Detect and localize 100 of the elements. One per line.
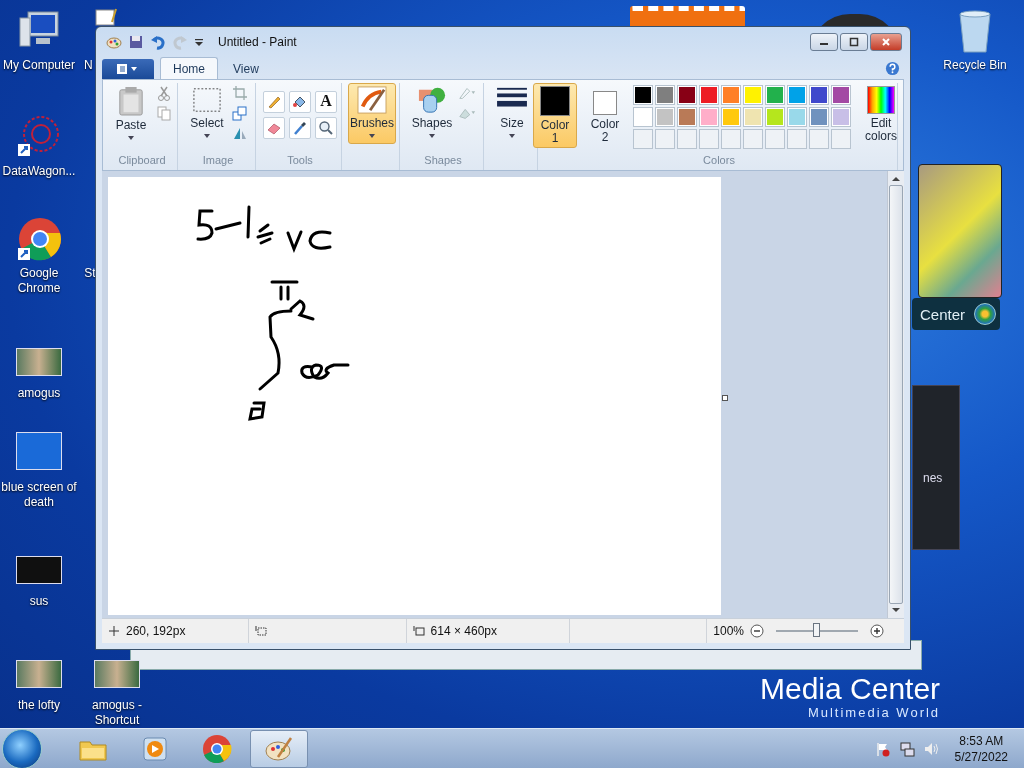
menu-icon	[116, 63, 140, 75]
desktop-icon-label[interactable]: N	[84, 58, 93, 73]
clock-time[interactable]: 8:53 AM	[959, 732, 1004, 749]
ribbon-tab[interactable]: View	[220, 57, 272, 79]
help-icon[interactable]	[885, 61, 900, 76]
zoom-out-icon[interactable]	[750, 624, 764, 638]
desktop-icon-label[interactable]: amogus - Shortcut	[78, 698, 156, 728]
notepad-icon[interactable]	[95, 8, 119, 26]
text-tool[interactable]: A	[315, 91, 337, 113]
empty-swatch[interactable]	[721, 129, 741, 149]
minimize-button[interactable]	[810, 33, 838, 51]
empty-swatch[interactable]	[809, 129, 829, 149]
cursor-position: 260, 192px	[126, 624, 186, 638]
taskbar-button[interactable]	[250, 729, 308, 768]
desktop-icon-label[interactable]: amogus	[17, 386, 61, 401]
palette-swatch[interactable]	[721, 107, 741, 127]
color-slot-button[interactable]: Color 2	[583, 83, 627, 147]
image-thumbnail[interactable]	[16, 660, 62, 688]
close-icon	[881, 37, 891, 47]
paste-button[interactable]: Paste	[111, 83, 151, 146]
resize-handle[interactable]	[722, 395, 728, 401]
empty-swatch[interactable]	[633, 129, 653, 149]
close-button[interactable]	[870, 33, 902, 51]
palette-icon[interactable]	[106, 34, 122, 50]
color-picker-icon[interactable]	[289, 117, 311, 139]
app-menu-button[interactable]	[102, 59, 154, 79]
scissors-icon[interactable]	[155, 85, 173, 101]
desktop-icon-label[interactable]: St	[84, 266, 96, 281]
windows-logo-icon	[974, 303, 996, 325]
ribbon-tab[interactable]: Home	[160, 57, 218, 79]
save-icon[interactable]	[128, 34, 144, 50]
size-button[interactable]: Size	[492, 83, 532, 144]
video-thumbnail[interactable]	[16, 556, 62, 584]
palette-swatch[interactable]	[699, 107, 719, 127]
media-player-icon	[140, 735, 170, 762]
wallpaper-title: Media Center	[760, 673, 941, 705]
clock-date[interactable]: 5/27/2022	[954, 748, 1008, 765]
desktop-icon-label[interactable]: My Computer	[3, 58, 75, 73]
palette-swatch[interactable]	[633, 107, 653, 127]
zoom-level: 100%	[713, 624, 744, 638]
palette-swatch[interactable]	[677, 85, 697, 105]
zoom-in-icon[interactable]	[870, 624, 884, 638]
start-button[interactable]	[2, 728, 42, 768]
palette-swatch[interactable]	[809, 107, 829, 127]
chrome-icon	[202, 733, 232, 764]
image-thumbnail[interactable]	[16, 348, 62, 376]
palette-swatch[interactable]	[765, 85, 785, 105]
desktop-icon-label[interactable]: blue screen of death	[0, 480, 78, 510]
resize-icon[interactable]	[231, 105, 249, 121]
paint-bucket-icon[interactable]	[289, 91, 311, 113]
empty-swatch[interactable]	[699, 129, 719, 149]
empty-swatch[interactable]	[677, 129, 697, 149]
maximize-button[interactable]	[840, 33, 868, 51]
palette-swatch[interactable]	[765, 107, 785, 127]
group-label: Image	[202, 154, 234, 168]
window-title: Untitled - Paint	[218, 35, 297, 49]
desktop-icon-label[interactable]: DataWagon...	[2, 164, 76, 179]
crop-icon[interactable]	[231, 85, 249, 101]
action-center-flag-icon[interactable]	[874, 740, 891, 757]
image-thumbnail[interactable]	[94, 660, 140, 688]
screenshot-thumbnail[interactable]	[16, 432, 62, 470]
shapes-button[interactable]: Shapes	[409, 83, 455, 144]
palette-swatch[interactable]	[743, 85, 763, 105]
palette-swatch[interactable]	[633, 85, 653, 105]
dropdown-icon[interactable]	[194, 37, 204, 47]
network-icon[interactable]	[898, 740, 915, 757]
palette-swatch[interactable]	[699, 85, 719, 105]
selection-icon	[191, 86, 223, 114]
zoom-slider-thumb[interactable]	[813, 623, 820, 637]
desktop-icon-label[interactable]: Recycle Bin	[943, 58, 1007, 73]
desktop-icon-label[interactable]: Google Chrome	[0, 266, 78, 296]
palette-swatch[interactable]	[677, 107, 697, 127]
brushes-button[interactable]: Brushes	[348, 83, 396, 144]
magnifier-icon[interactable]	[315, 117, 337, 139]
clipboard-icon	[117, 86, 145, 116]
edit-colors-button[interactable]: Edit colors	[857, 83, 905, 146]
desktop-icon-label[interactable]: the lofty	[18, 698, 60, 713]
copy-icon[interactable]	[155, 105, 173, 121]
palette-swatch[interactable]	[831, 85, 851, 105]
undo-icon[interactable]	[150, 34, 166, 50]
empty-swatch[interactable]	[655, 129, 675, 149]
eraser-icon[interactable]	[263, 117, 285, 139]
desktop-icon-label[interactable]: sus	[29, 594, 49, 609]
empty-swatch[interactable]	[765, 129, 785, 149]
vertical-scrollbar[interactable]	[887, 171, 904, 618]
empty-swatch[interactable]	[743, 129, 763, 149]
palette-swatch[interactable]	[721, 85, 741, 105]
color-slot-button[interactable]: Color 1	[533, 83, 577, 148]
empty-swatch[interactable]	[787, 129, 807, 149]
palette-swatch[interactable]	[655, 85, 675, 105]
palette-swatch[interactable]	[787, 85, 807, 105]
palette-swatch[interactable]	[809, 85, 829, 105]
empty-swatch[interactable]	[831, 129, 851, 149]
pencil-icon[interactable]	[263, 91, 285, 113]
select-button[interactable]: Select	[187, 83, 227, 144]
palette-swatch[interactable]	[787, 107, 807, 127]
palette-swatch[interactable]	[655, 107, 675, 127]
chrome-icon[interactable]	[16, 216, 62, 262]
palette-swatch[interactable]	[831, 107, 851, 127]
palette-swatch[interactable]	[743, 107, 763, 127]
